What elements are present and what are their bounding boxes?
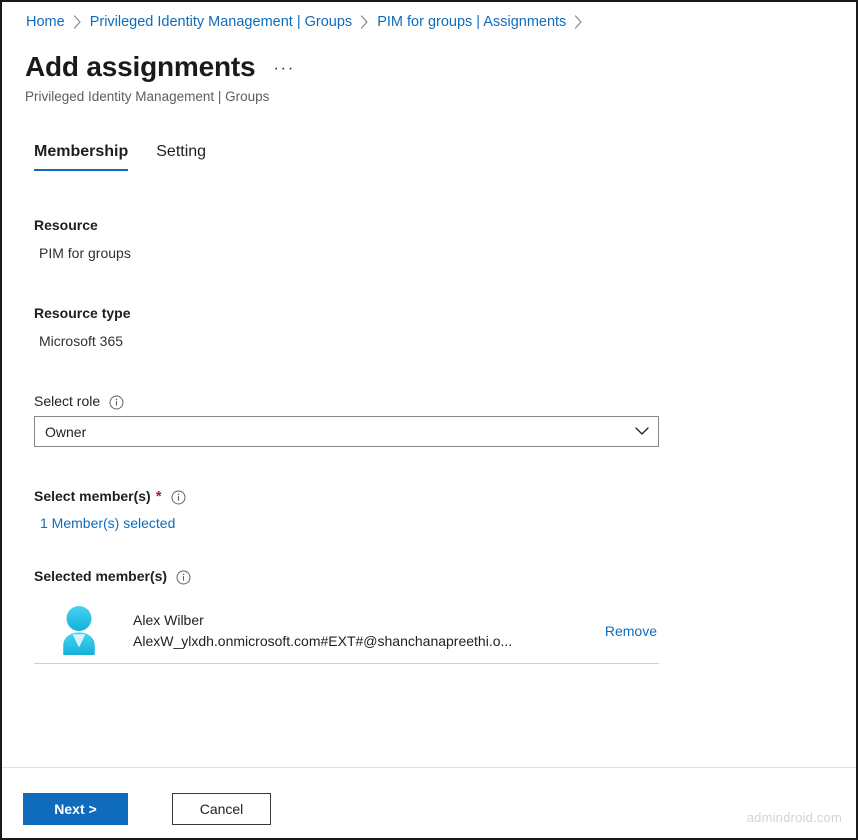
- resource-type-label: Resource type: [34, 305, 130, 321]
- select-members-label: Select member(s) *: [34, 488, 186, 504]
- breadcrumb: Home Privileged Identity Management | Gr…: [26, 14, 591, 30]
- member-email: AlexW_ylxdh.onmicrosoft.com#EXT#@shancha…: [133, 633, 513, 649]
- breadcrumb-item-pim-assignments[interactable]: PIM for groups | Assignments: [377, 14, 566, 30]
- select-role-label: Select role: [34, 393, 124, 409]
- page-subtitle: Privileged Identity Management | Groups: [25, 89, 270, 104]
- breadcrumb-item-home[interactable]: Home: [26, 14, 65, 30]
- info-circle-icon[interactable]: [171, 490, 186, 505]
- resource-value: PIM for groups: [39, 245, 131, 261]
- info-circle-icon[interactable]: [109, 395, 124, 410]
- add-assignments-page: Home Privileged Identity Management | Gr…: [0, 0, 858, 840]
- watermark: admindroid.com: [746, 810, 842, 825]
- select-members-label-text: Select member(s): [34, 488, 151, 504]
- resource-label-text: Resource: [34, 217, 98, 233]
- members-selected-link[interactable]: 1 Member(s) selected: [40, 515, 175, 531]
- select-role-label-text: Select role: [34, 393, 101, 409]
- chevron-right-icon: [574, 15, 583, 29]
- remove-member-link[interactable]: Remove: [605, 623, 657, 639]
- tab-bar: Membership Setting: [34, 142, 206, 171]
- member-name: Alex Wilber: [133, 612, 204, 628]
- resource-label: Resource: [34, 217, 98, 233]
- footer-bar: Next > Cancel admindroid.com: [2, 768, 856, 838]
- user-avatar-icon: [51, 603, 107, 659]
- select-role-dropdown[interactable]: Owner: [34, 416, 659, 447]
- required-asterisk: *: [155, 487, 162, 505]
- selected-members-label-text: Selected member(s): [34, 568, 168, 584]
- chevron-right-icon: [73, 15, 82, 29]
- page-title: Add assignments: [25, 51, 256, 82]
- tab-membership[interactable]: Membership: [34, 142, 129, 171]
- next-button[interactable]: Next >: [23, 793, 128, 825]
- selected-member-row: Alex Wilber AlexW_ylxdh.onmicrosoft.com#…: [34, 599, 659, 664]
- cancel-button[interactable]: Cancel: [172, 793, 271, 825]
- chevron-down-icon: [634, 424, 650, 440]
- member-details: Alex Wilber AlexW_ylxdh.onmicrosoft.com#…: [133, 610, 593, 652]
- selected-members-label: Selected member(s): [34, 568, 191, 584]
- page-title-row: Add assignments ···: [25, 49, 295, 85]
- breadcrumb-item-pim-groups[interactable]: Privileged Identity Management | Groups: [90, 14, 353, 30]
- resource-type-value: Microsoft 365: [39, 333, 124, 349]
- select-role-selected-value: Owner: [45, 423, 87, 440]
- tab-setting[interactable]: Setting: [156, 142, 206, 171]
- info-circle-icon[interactable]: [176, 570, 191, 585]
- resource-type-label-text: Resource type: [34, 305, 131, 321]
- chevron-right-icon: [360, 15, 369, 29]
- ellipsis-icon[interactable]: ···: [273, 59, 294, 76]
